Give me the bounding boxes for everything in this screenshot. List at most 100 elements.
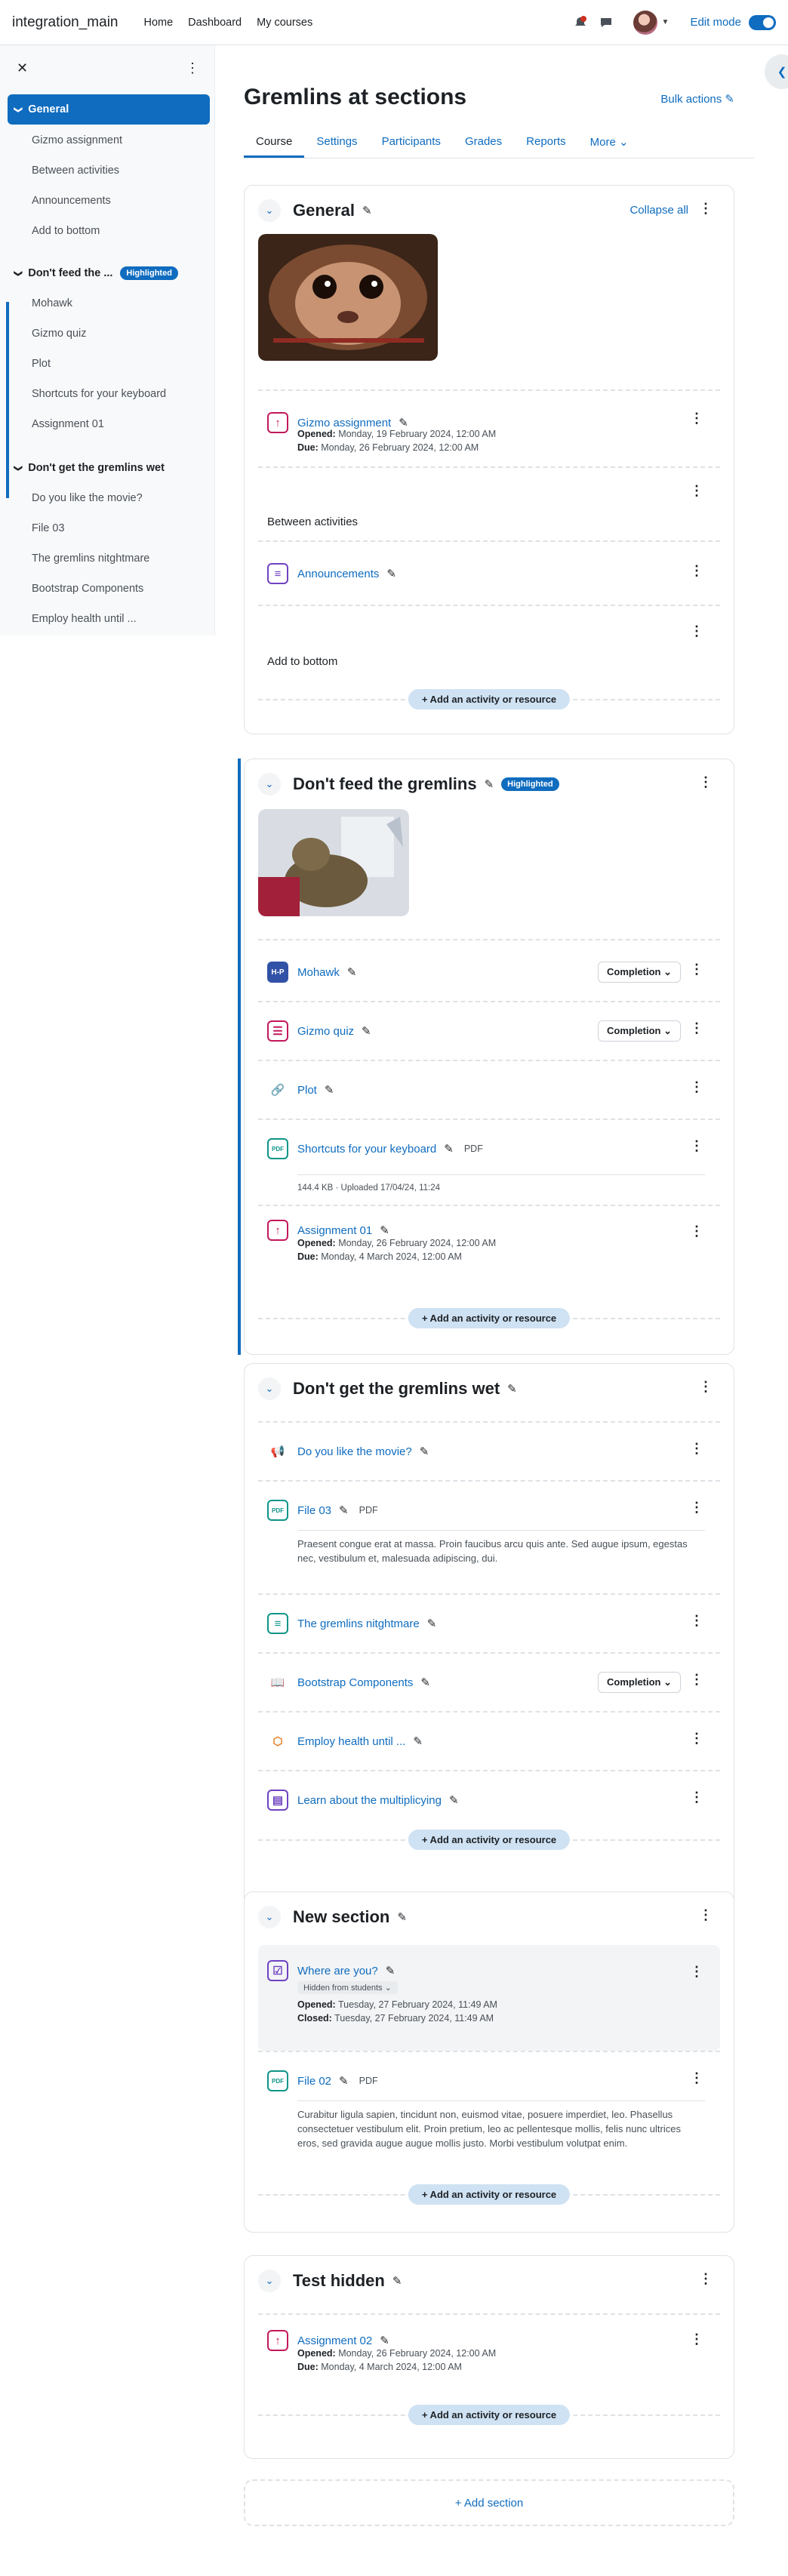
- kebab-menu-icon[interactable]: ⋮: [699, 774, 713, 790]
- drawer-section-general[interactable]: ❯ General: [8, 94, 210, 125]
- drawer-item[interactable]: Bootstrap Components: [32, 583, 143, 595]
- drawer-section-dont-get-wet[interactable]: ❯ Don't get the gremlins wet: [8, 453, 210, 483]
- pencil-icon[interactable]: ✎: [392, 2274, 402, 2288]
- drawer-item[interactable]: Plot: [32, 358, 51, 370]
- drawer-section-dont-feed[interactable]: ❯ Don't feed the ... Highlighted: [8, 258, 210, 288]
- pencil-icon[interactable]: ✎: [507, 1382, 517, 1396]
- completion-dropdown[interactable]: Completion ⌄: [598, 1672, 681, 1693]
- tab-participants[interactable]: Participants: [370, 127, 453, 158]
- tab-settings[interactable]: Settings: [304, 127, 369, 158]
- pencil-icon[interactable]: ✎: [386, 1964, 396, 1977]
- pencil-icon[interactable]: ✎: [362, 1024, 371, 1038]
- nav-home[interactable]: Home: [143, 17, 173, 29]
- pencil-icon[interactable]: ✎: [427, 1617, 437, 1630]
- kebab-menu-icon[interactable]: ⋮: [699, 2271, 713, 2287]
- drawer-item[interactable]: Announcements: [32, 195, 111, 207]
- pencil-icon[interactable]: ✎: [380, 1223, 389, 1237]
- tab-more[interactable]: More ⌄: [578, 127, 641, 158]
- collapse-section-button[interactable]: ⌄: [258, 1377, 281, 1400]
- drawer-item[interactable]: Add to bottom: [32, 225, 100, 237]
- kebab-menu-icon[interactable]: ⋮: [690, 962, 703, 977]
- activity-shortcuts[interactable]: PDF Shortcuts for your keyboard ✎ PDF: [267, 1138, 483, 1159]
- bell-icon[interactable]: [573, 15, 588, 30]
- collapse-all-link[interactable]: Collapse all: [629, 204, 688, 217]
- activity-file-03[interactable]: PDF File 03 ✎ PDF: [267, 1500, 378, 1521]
- activity-bootstrap-components[interactable]: 📖 Bootstrap Components ✎: [267, 1672, 430, 1693]
- bulk-actions-button[interactable]: Bulk actions ✎: [660, 92, 734, 106]
- kebab-menu-icon[interactable]: ⋮: [699, 1379, 713, 1395]
- drawer-item[interactable]: Gizmo quiz: [32, 328, 87, 340]
- kebab-menu-icon[interactable]: ⋮: [699, 201, 713, 217]
- collapse-section-button[interactable]: ⌄: [258, 2270, 281, 2292]
- drawer-item[interactable]: File 03: [32, 522, 65, 534]
- pencil-icon[interactable]: ✎: [386, 567, 396, 580]
- kebab-menu-icon[interactable]: ⋮: [690, 1613, 703, 1629]
- kebab-menu-icon[interactable]: ⋮: [690, 1441, 703, 1457]
- kebab-menu-icon[interactable]: ⋮: [690, 2331, 703, 2347]
- pencil-icon[interactable]: ✎: [420, 1445, 429, 1458]
- kebab-menu-icon[interactable]: ⋮: [690, 2070, 703, 2086]
- drawer-more-icon[interactable]: ⋮: [186, 60, 199, 76]
- kebab-menu-icon[interactable]: ⋮: [690, 411, 703, 426]
- pencil-icon[interactable]: ✎: [339, 2074, 349, 2088]
- kebab-menu-icon[interactable]: ⋮: [690, 623, 703, 639]
- kebab-menu-icon[interactable]: ⋮: [690, 1790, 703, 1805]
- tab-course[interactable]: Course: [244, 127, 305, 158]
- kebab-menu-icon[interactable]: ⋮: [690, 1020, 703, 1036]
- tab-grades[interactable]: Grades: [453, 127, 514, 158]
- collapse-section-button[interactable]: ⌄: [258, 199, 281, 222]
- drawer-item[interactable]: The gremlins nitghtmare: [32, 552, 149, 565]
- site-brand[interactable]: integration_main: [12, 14, 118, 31]
- activity-plot[interactable]: 🔗 Plot ✎: [267, 1079, 334, 1100]
- nav-my-courses[interactable]: My courses: [257, 17, 312, 29]
- completion-dropdown[interactable]: Completion ⌄: [598, 1020, 681, 1042]
- tab-reports[interactable]: Reports: [514, 127, 578, 158]
- pencil-icon[interactable]: ✎: [485, 777, 494, 791]
- hidden-from-students-badge[interactable]: Hidden from students ⌄: [297, 1981, 398, 1994]
- pencil-icon[interactable]: ✎: [339, 1503, 349, 1517]
- drawer-item[interactable]: Assignment 01: [32, 418, 104, 430]
- activity-gizmo-quiz[interactable]: ☰ Gizmo quiz ✎: [267, 1020, 371, 1042]
- edit-mode-toggle[interactable]: [749, 14, 776, 30]
- close-icon[interactable]: ✕: [17, 60, 28, 76]
- pencil-icon[interactable]: ✎: [362, 204, 372, 217]
- activity-gremlins-nightmare[interactable]: ≡ The gremlins nitghtmare ✎: [267, 1613, 436, 1634]
- kebab-menu-icon[interactable]: ⋮: [690, 1079, 703, 1095]
- collapse-section-button[interactable]: ⌄: [258, 1906, 281, 1928]
- nav-dashboard[interactable]: Dashboard: [188, 17, 242, 29]
- kebab-menu-icon[interactable]: ⋮: [699, 1907, 713, 1923]
- kebab-menu-icon[interactable]: ⋮: [690, 1672, 703, 1688]
- kebab-menu-icon[interactable]: ⋮: [690, 1223, 703, 1239]
- activity-where-are-you[interactable]: ☑ Where are you? ✎: [267, 1960, 395, 1981]
- drawer-item[interactable]: Mohawk: [32, 297, 72, 309]
- kebab-menu-icon[interactable]: ⋮: [690, 483, 703, 499]
- drawer-item[interactable]: Gizmo assignment: [32, 134, 122, 146]
- kebab-menu-icon[interactable]: ⋮: [690, 1138, 703, 1154]
- add-activity-button[interactable]: + Add an activity or resource: [408, 2405, 571, 2425]
- pencil-icon[interactable]: ✎: [325, 1083, 334, 1097]
- add-section-button[interactable]: + Add section: [244, 2479, 734, 2526]
- activity-file-02[interactable]: PDF File 02 ✎ PDF: [267, 2070, 378, 2091]
- activity-employ-health[interactable]: ⬡ Employ health until ... ✎: [267, 1731, 423, 1752]
- pencil-icon[interactable]: ✎: [449, 1793, 459, 1807]
- drawer-item[interactable]: Do you like the movie?: [32, 492, 143, 504]
- pencil-icon[interactable]: ✎: [347, 965, 357, 979]
- chat-icon[interactable]: [599, 15, 614, 30]
- drawer-item[interactable]: Employ health until ...: [32, 613, 137, 625]
- add-activity-button[interactable]: + Add an activity or resource: [408, 2184, 571, 2205]
- open-block-drawer-button[interactable]: ❮: [765, 54, 788, 89]
- drawer-item[interactable]: Between activities: [32, 165, 119, 177]
- collapse-section-button[interactable]: ⌄: [258, 773, 281, 796]
- activity-announcements[interactable]: ≡ Announcements ✎: [267, 563, 396, 584]
- pencil-icon[interactable]: ✎: [444, 1142, 454, 1156]
- kebab-menu-icon[interactable]: ⋮: [690, 1500, 703, 1516]
- add-activity-button[interactable]: + Add an activity or resource: [408, 689, 571, 709]
- completion-dropdown[interactable]: Completion ⌄: [598, 962, 681, 983]
- pencil-icon[interactable]: ✎: [397, 1910, 407, 1924]
- kebab-menu-icon[interactable]: ⋮: [690, 563, 703, 579]
- add-activity-button[interactable]: + Add an activity or resource: [408, 1830, 571, 1850]
- activity-do-you-like-the-movie[interactable]: 📢 Do you like the movie? ✎: [267, 1441, 429, 1462]
- kebab-menu-icon[interactable]: ⋮: [690, 1731, 703, 1747]
- kebab-menu-icon[interactable]: ⋮: [690, 1964, 703, 1980]
- activity-learn-multiplicying[interactable]: ▤ Learn about the multiplicying ✎: [267, 1790, 459, 1811]
